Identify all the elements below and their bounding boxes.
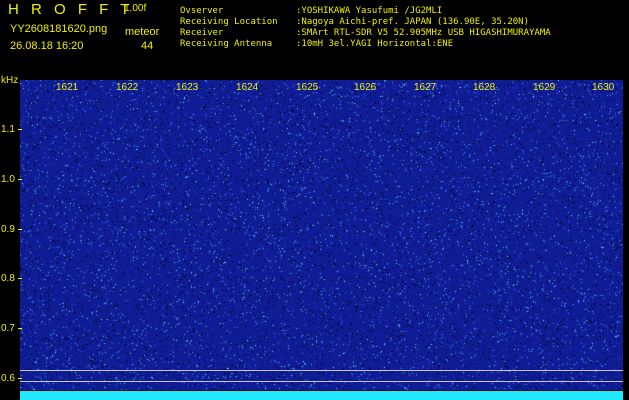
meteor-label: meteor [125,26,160,38]
x-tick-label: 1627 [414,82,437,93]
info-row-receiver: Receiver :SMArt RTL-SDR V5 52.905MHz USB… [180,28,551,39]
info-value: :Nagoya Aichi-pref. JAPAN (136.90E, 35.2… [296,17,529,27]
reference-line [20,370,623,371]
y-tick-mark [18,328,22,329]
file-name: YY2608181620.png [10,23,108,35]
y-tick-mark [18,229,22,230]
info-label: Receiving Location [180,17,278,27]
spectrogram-canvas [20,80,623,390]
station-info: Ovserver :YOSHIKAWA Yasufumi /JG2MLI Rec… [180,6,551,50]
y-tick-mark [18,278,22,279]
spectrogram[interactable] [20,80,623,390]
app-title: H R O F F T [8,1,134,18]
reference-line [20,381,623,382]
y-tick-label: 0.9 [1,224,15,235]
timestamp: 26.08.18 16:20 [10,40,84,52]
info-value: :SMArt RTL-SDR V5 52.905MHz USB HIGASHIM… [296,28,551,38]
y-tick-mark [18,378,22,379]
y-tick-mark [18,179,22,180]
x-tick-label: 1625 [296,82,319,93]
x-tick-label: 1621 [56,82,79,93]
x-tick-label: 1630 [592,82,615,93]
info-row-observer: Ovserver :YOSHIKAWA Yasufumi /JG2MLI [180,6,551,17]
x-tick-label: 1624 [236,82,259,93]
x-tick-label: 1629 [533,82,556,93]
info-label: Receiving Antenna [180,39,273,49]
info-row-antenna: Receiving Antenna :10mH 3el.YAGI Horizon… [180,39,551,50]
info-row-location: Receiving Location :Nagoya Aichi-pref. J… [180,17,551,28]
meteor-count: 44 [141,40,154,52]
app-version: 1.00f [124,3,147,14]
x-tick-label: 1628 [473,82,496,93]
y-tick-mark [18,129,22,130]
info-value: :10mH 3el.YAGI Horizontal:ENE [296,39,454,49]
y-tick-label: 0.8 [1,273,15,284]
y-axis-unit: kHz [1,75,19,86]
x-tick-label: 1623 [176,82,199,93]
x-tick-label: 1626 [354,82,377,93]
y-tick-label: 1.1 [1,124,15,135]
x-tick-label: 1622 [116,82,139,93]
y-tick-label: 0.7 [1,323,15,334]
y-tick-label: 0.6 [1,373,15,384]
bottom-strip [20,391,623,400]
info-label: Receiver [180,28,224,38]
right-border [623,80,629,400]
y-tick-label: 1.0 [1,174,15,185]
info-value: :YOSHIKAWA Yasufumi /JG2MLI [296,6,443,16]
info-label: Ovserver [180,6,224,16]
